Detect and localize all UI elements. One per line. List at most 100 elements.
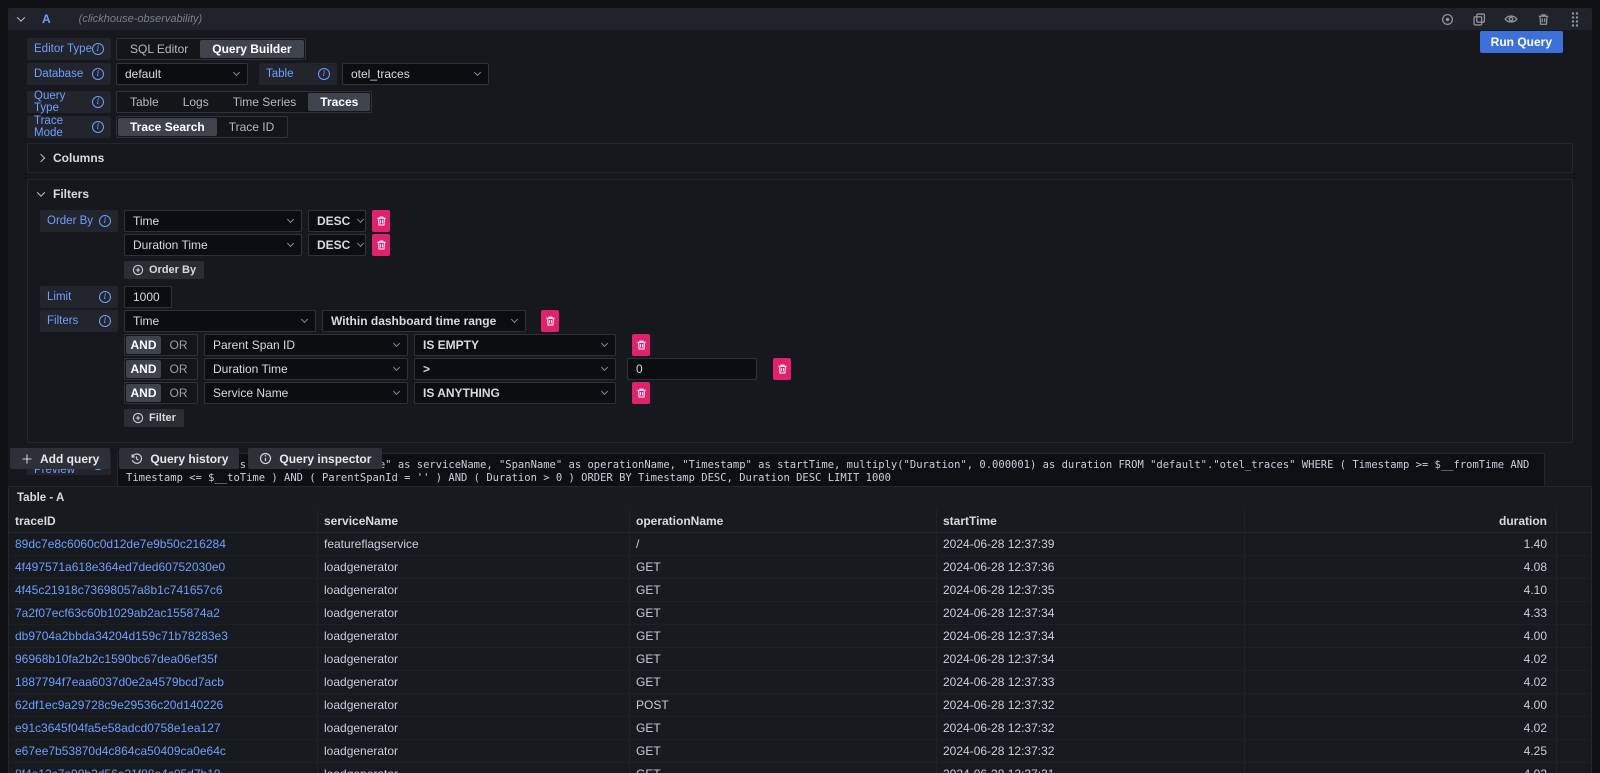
chevron-down-icon <box>601 340 608 347</box>
info-icon[interactable]: i <box>92 96 104 108</box>
trace-id-link[interactable]: 8f4e12c7a90b3d56e21f88a4c05d7b19 <box>9 763 318 773</box>
record-circle-icon[interactable] <box>1440 12 1454 26</box>
chevron-down-icon <box>393 340 400 347</box>
datasource-note: (clickhouse-observability) <box>79 13 203 25</box>
trace-mode-trace-id[interactable]: Trace ID <box>217 118 287 136</box>
trace-id-link[interactable]: 1887794f7eaa6037d0e2a4579bcd7acb <box>9 671 318 694</box>
info-icon[interactable]: i <box>99 215 111 227</box>
info-icon[interactable]: i <box>318 68 330 80</box>
filters-section-toggle[interactable]: Filters <box>38 184 1560 204</box>
duration-cell: 4.33 <box>1245 602 1557 625</box>
filter-operator-select[interactable]: > <box>414 358 616 380</box>
trace-id-link[interactable]: 96968b10fa2b2c1590bc67dea06ef35f <box>9 648 318 671</box>
filter-value-input[interactable] <box>627 358 757 380</box>
column-header-duration[interactable]: duration <box>1245 509 1557 533</box>
and-option[interactable]: AND <box>126 384 161 402</box>
limit-input[interactable] <box>124 286 172 308</box>
trace-id-link[interactable]: 4f497571a618e364ed7ded60752030e0 <box>9 556 318 579</box>
filler-cell <box>1557 740 1591 763</box>
remove-order-by-button[interactable] <box>372 234 390 256</box>
collapse-query-chevron-icon[interactable] <box>17 13 25 21</box>
remove-filter-button[interactable] <box>773 358 791 380</box>
table-select[interactable]: otel_traces <box>342 63 489 85</box>
filter-row: AND OR Service Name IS ANYTHING <box>40 382 1560 404</box>
columns-section-toggle[interactable]: Columns <box>38 148 1560 168</box>
info-icon[interactable]: i <box>99 315 111 327</box>
or-option[interactable]: OR <box>161 336 196 354</box>
remove-order-by-button[interactable] <box>372 210 390 232</box>
column-header-serviceName[interactable]: serviceName <box>318 509 630 533</box>
trace-id-link[interactable]: db9704a2bbda34204d159c71b78283e3 <box>9 625 318 648</box>
remove-query-trash-icon[interactable] <box>1536 12 1550 26</box>
query-type-logs[interactable]: Logs <box>171 93 221 111</box>
filter-operator-select[interactable]: IS EMPTY <box>414 334 616 356</box>
filters-label: Filters i <box>40 310 118 332</box>
filter-row: AND OR Duration Time > <box>40 358 1560 380</box>
chevron-down-icon <box>357 240 364 247</box>
filler-cell <box>1557 579 1591 602</box>
remove-filter-button[interactable] <box>632 382 650 404</box>
filter-operator-select[interactable]: IS ANYTHING <box>414 382 616 404</box>
and-option[interactable]: AND <box>126 336 161 354</box>
filter-field-select[interactable]: Parent Span ID <box>204 334 408 356</box>
add-filter-button[interactable]: Filter <box>124 409 184 427</box>
trace-id-link[interactable]: e67ee7b53870d4c864ca50409ca0e64c <box>9 740 318 763</box>
trace-id-link[interactable]: 62df1ec9a29728c9e29536c20d140226 <box>9 694 318 717</box>
chevron-down-icon <box>233 69 240 76</box>
filter-field-select[interactable]: Duration Time <box>204 358 408 380</box>
column-header-operationName[interactable]: operationName <box>630 509 937 533</box>
info-icon[interactable]: i <box>92 121 104 133</box>
trace-mode-group: Trace Search Trace ID <box>116 116 288 138</box>
add-order-by-button[interactable]: Order By <box>124 261 204 279</box>
info-icon[interactable]: i <box>92 43 104 55</box>
trace-id-link[interactable]: 89dc7e8c6060c0d12de7e9b50c216284 <box>9 533 318 556</box>
info-icon[interactable]: i <box>99 291 111 303</box>
info-circle-icon <box>259 452 272 465</box>
drag-handle-icon[interactable] <box>1568 12 1582 26</box>
hide-response-eye-icon[interactable] <box>1504 12 1518 26</box>
column-header-traceID[interactable]: traceID <box>9 509 318 533</box>
info-icon[interactable]: i <box>92 68 104 80</box>
trace-id-link[interactable]: 4f45c21918c73698057a8b1c741657c6 <box>9 579 318 602</box>
order-by-field-select[interactable]: Duration Time <box>124 234 302 256</box>
operation-name-cell: GET <box>630 648 937 671</box>
query-ref-id: A <box>42 12 51 26</box>
duplicate-query-icon[interactable] <box>1472 12 1486 26</box>
query-row-header: A (clickhouse-observability) <box>8 8 1592 30</box>
operation-name-cell: GET <box>630 556 937 579</box>
query-type-table[interactable]: Table <box>118 93 171 111</box>
filter-time-field-select[interactable]: Time <box>124 310 316 332</box>
query-history-button[interactable]: Query history <box>119 448 239 469</box>
query-type-time-series[interactable]: Time Series <box>221 93 309 111</box>
trash-icon <box>545 315 556 327</box>
and-option[interactable]: AND <box>126 360 161 378</box>
trace-mode-trace-search[interactable]: Trace Search <box>118 118 217 136</box>
database-select[interactable]: default <box>116 63 248 85</box>
editor-type-query-builder[interactable]: Query Builder <box>200 40 303 58</box>
filter-field-select[interactable]: Service Name <box>204 382 408 404</box>
trace-id-link[interactable]: e91c3645f04fa5e58adcd0758e1ea127 <box>9 717 318 740</box>
trace-id-link[interactable]: 7a2f07ecf63c60b1029ab2ac155874a2 <box>9 602 318 625</box>
query-type-traces[interactable]: Traces <box>308 93 370 111</box>
filler-cell <box>1557 556 1591 579</box>
chevron-down-icon <box>393 364 400 371</box>
and-or-toggle: AND OR <box>124 382 198 404</box>
remove-time-filter-button[interactable] <box>541 310 559 332</box>
filter-time-operator-select[interactable]: Within dashboard time range <box>322 310 526 332</box>
order-by-field-select[interactable]: Time <box>124 210 302 232</box>
run-query-button[interactable]: Run Query <box>1480 31 1563 53</box>
start-time-cell: 2024-06-28 12:37:34 <box>937 648 1245 671</box>
column-header-startTime[interactable]: startTime <box>937 509 1245 533</box>
or-option[interactable]: OR <box>161 384 196 402</box>
editor-type-sql-editor[interactable]: SQL Editor <box>118 40 200 58</box>
start-time-cell: 2024-06-28 12:37:31 <box>937 763 1245 773</box>
duration-cell: 4.10 <box>1245 579 1557 602</box>
service-name-cell: loadgenerator <box>318 625 630 648</box>
or-option[interactable]: OR <box>161 360 196 378</box>
duration-cell: 4.02 <box>1245 763 1557 773</box>
query-inspector-button[interactable]: Query inspector <box>248 448 382 469</box>
remove-filter-button[interactable] <box>632 334 650 356</box>
add-query-button[interactable]: Add query <box>10 448 110 469</box>
order-by-direction-select[interactable]: DESC <box>308 234 366 256</box>
order-by-direction-select[interactable]: DESC <box>308 210 366 232</box>
